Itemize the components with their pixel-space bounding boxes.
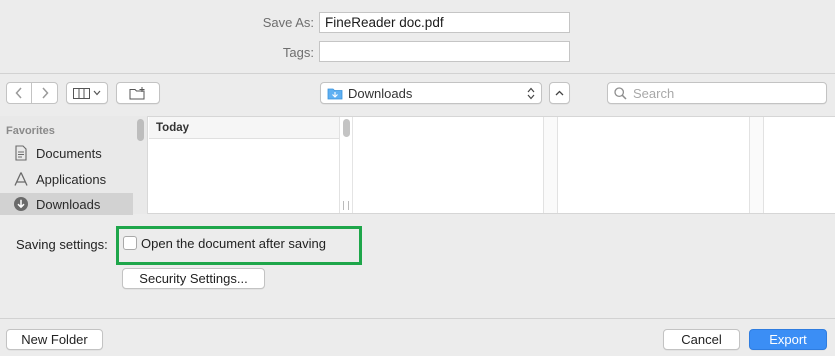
chevron-down-icon (93, 90, 101, 96)
location-label: Downloads (348, 85, 413, 101)
header-divider (0, 73, 835, 74)
sidebar-item-label: Downloads (36, 196, 101, 212)
columns-view-icon (73, 87, 90, 99)
sidebar-item-downloads[interactable]: Downloads (0, 193, 133, 215)
column-scrollbar[interactable] (343, 119, 350, 137)
footer-divider (0, 318, 835, 319)
column-empty-4 (750, 117, 764, 213)
tags-label: Tags: (282, 45, 314, 60)
collapse-button[interactable] (549, 82, 570, 104)
chevron-up-icon (555, 90, 564, 96)
back-button[interactable] (7, 83, 33, 103)
column-empty-2 (544, 117, 558, 213)
sidebar-section-favorites: Favorites (6, 125, 55, 137)
chevron-left-icon (15, 87, 22, 99)
search-placeholder: Search (633, 85, 675, 101)
forward-button[interactable] (32, 83, 57, 103)
open-after-saving-label[interactable]: Open the document after saving (141, 236, 326, 251)
column-header-today: Today (149, 117, 339, 139)
tags-field[interactable] (319, 41, 570, 62)
search-field[interactable]: Search (607, 82, 827, 104)
sidebar-item-applications[interactable]: Applications (0, 168, 133, 190)
sidebar-item-label: Documents (36, 145, 102, 161)
column-today: Today (149, 117, 340, 213)
applications-icon (13, 171, 29, 187)
new-folder-button[interactable]: New Folder (6, 329, 103, 350)
nav-buttons (6, 82, 58, 104)
search-icon (614, 86, 627, 100)
new-folder-icon (129, 86, 145, 99)
saving-settings-label: Saving settings: (16, 237, 108, 252)
security-settings-button[interactable]: Security Settings... (122, 268, 265, 289)
column-resize-handle[interactable] (343, 201, 349, 210)
export-button[interactable]: Export (749, 329, 827, 350)
sidebar-scrollbar[interactable] (137, 119, 144, 141)
save-as-label: Save As: (262, 15, 314, 30)
column-empty-3 (558, 117, 750, 213)
sidebar-item-documents[interactable]: Documents (0, 142, 133, 164)
downloads-icon (13, 196, 29, 212)
updown-chevron-icon (527, 87, 535, 99)
column-empty-1 (353, 117, 544, 213)
folder-icon (327, 88, 343, 99)
open-after-saving-checkbox[interactable] (123, 236, 137, 250)
sidebar-item-label: Applications (36, 171, 107, 187)
cancel-button[interactable]: Cancel (663, 329, 740, 350)
new-folder-icon-button[interactable] (116, 82, 160, 104)
location-popup[interactable]: Downloads (320, 82, 542, 104)
chevron-right-icon (41, 87, 49, 99)
document-icon (13, 145, 29, 161)
save-as-field[interactable]: FineReader doc.pdf (319, 12, 570, 33)
view-mode-button[interactable] (66, 82, 108, 104)
